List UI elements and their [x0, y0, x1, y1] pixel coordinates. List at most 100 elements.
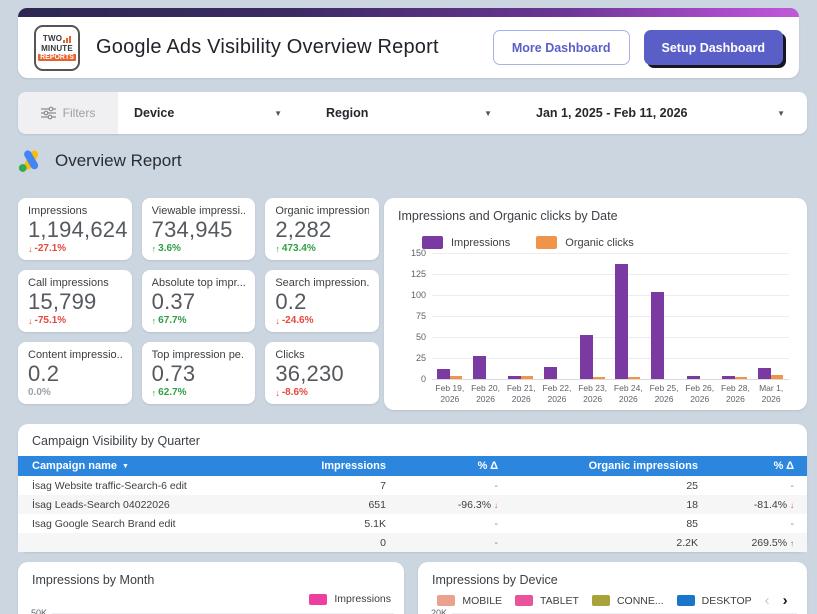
- kpi-delta-value: 473.4%: [281, 243, 316, 254]
- kpi-value: 0.2: [275, 289, 307, 314]
- column-header-campaign-name[interactable]: Campaign name ▼: [18, 460, 287, 472]
- more-dashboard-button[interactable]: More Dashboard: [492, 30, 630, 65]
- legend-item: CONNE...: [591, 594, 664, 607]
- organic-impressions-cell: 85: [686, 517, 698, 530]
- x-tick-label: Feb 19, 2026: [435, 383, 465, 404]
- kpi-value: 36,230: [275, 361, 344, 386]
- logo-bars-icon: [63, 36, 72, 43]
- table-row: İsag Leads-Search 04022026 651 -96.3% ↓ 18 -…: [18, 495, 807, 514]
- date-range-dropdown[interactable]: Jan 1, 2025 - Feb 11, 2026 ▼: [520, 92, 807, 134]
- impressions-bar: [579, 335, 593, 379]
- y-tick-label: 50: [415, 332, 426, 342]
- chevron-down-icon: ▼: [777, 108, 785, 118]
- device-chart-legend: MOBILE TABLET CONNE... DESKTOP ‹ ›: [418, 593, 807, 608]
- region-filter-dropdown[interactable]: Region ▼: [310, 92, 520, 134]
- google-ads-icon: [18, 150, 39, 172]
- chart-title: Impressions and Organic clicks by Date: [398, 209, 618, 223]
- arrow-up-icon: ↑: [275, 243, 280, 254]
- table-header-row[interactable]: Campaign name ▼ Impressions% Δ Organic impr…: [18, 456, 807, 476]
- filters-label: Filters: [62, 106, 96, 120]
- x-tick-label: Feb 22, 2026: [542, 383, 572, 404]
- column-header[interactable]: % Δ: [711, 460, 807, 472]
- kpi-delta-value: -75.1%: [34, 315, 67, 326]
- legend-label: DESKTOP: [701, 594, 752, 607]
- column-header[interactable]: Impressions: [287, 460, 399, 472]
- arrow-down-icon: ↓: [28, 315, 33, 326]
- filters-toggle[interactable]: Filters: [18, 92, 118, 134]
- kpi-delta-value: 62.7%: [158, 387, 187, 398]
- arrow-down-icon: ↓: [275, 315, 280, 326]
- bar-group: [718, 253, 754, 379]
- y-tick-label: 150: [410, 248, 426, 258]
- kpi-value: 15,799: [28, 289, 97, 314]
- delta-cell: -: [494, 479, 499, 492]
- chart-plot-area: 0 25 50 75 100 125 150 Feb 19, 2026 Feb 20, 2026…: [411, 248, 789, 405]
- kpi-card: Organic impressions 2,282 ↑ 473.4%: [265, 198, 379, 260]
- sliders-icon: [40, 106, 56, 120]
- sort-caret-icon: ▼: [121, 462, 129, 470]
- x-tick-label: Feb 20, 2026: [471, 383, 500, 404]
- chart-legend: Impressions Organic clicks: [422, 236, 793, 249]
- organic-clicks-bar: [771, 374, 784, 379]
- campaign-name-cell: Isag Google Search Brand edit: [32, 517, 176, 530]
- kpi-value: 0.73: [151, 361, 196, 386]
- kpi-delta: ↑ 62.7%: [152, 387, 246, 398]
- bar-group: [753, 253, 789, 379]
- bar-group: [503, 253, 539, 379]
- kpi-label: Content impressio...: [28, 349, 122, 361]
- table-row: İsag Website traffic-Search-6 edit 7 - 25 -: [18, 476, 807, 495]
- legend-item: MOBILE: [437, 595, 502, 607]
- gridline: [452, 612, 797, 614]
- table-row: Isag Google Search Brand edit 5.1K - 85 -: [18, 514, 807, 533]
- kpi-grid: Impressions 1,194,624 ↓ -27.1% Viewable impr…: [18, 198, 379, 404]
- impressions-cell: 7: [380, 479, 386, 492]
- legend-label: Impressions: [451, 236, 511, 249]
- delta-cell: -: [790, 479, 795, 492]
- bar-group: [611, 253, 647, 379]
- legend-swatch: [515, 595, 534, 606]
- kpi-card: Search impression... 0.2 ↓ -24.6%: [265, 270, 379, 332]
- arrow-down-icon: ↓: [494, 500, 498, 510]
- kpi-label: Call impressions: [28, 277, 109, 289]
- delta-cell: -: [494, 536, 499, 549]
- impressions-bar: [436, 368, 450, 379]
- section-header: Overview Report: [18, 149, 182, 173]
- device-filter-dropdown[interactable]: Device ▼: [118, 92, 310, 134]
- kpi-delta-value: 3.6%: [158, 243, 181, 254]
- kpi-card: Call impressions 15,799 ↓ -75.1%: [18, 270, 132, 332]
- arrow-down-icon: ↓: [790, 500, 794, 510]
- kpi-label: Impressions: [28, 205, 88, 217]
- impressions-bar: [472, 356, 486, 379]
- column-header[interactable]: % Δ: [399, 460, 511, 472]
- delta-cell: -: [494, 517, 499, 530]
- legend-label: CONNE...: [616, 594, 664, 607]
- kpi-card: Top impression pe... 0.73 ↑ 62.7%: [141, 342, 256, 404]
- column-header-label: Campaign name: [32, 460, 117, 472]
- kpi-card: Absolute top impr... 0.37 ↑ 67.7%: [141, 270, 256, 332]
- arrow-up-icon: ↑: [151, 315, 157, 326]
- column-header[interactable]: Organic impressions: [511, 460, 711, 472]
- legend-prev-button[interactable]: ‹: [765, 593, 770, 608]
- setup-dashboard-button[interactable]: Setup Dashboard: [643, 30, 783, 65]
- kpi-label: Clicks: [275, 349, 305, 361]
- tick-label: 20K: [431, 608, 448, 614]
- y-tick-label: 75: [415, 311, 426, 321]
- kpi-delta-value: -8.6%: [281, 387, 308, 398]
- section-title: Overview Report: [55, 151, 182, 170]
- campaign-name-cell: İsag Leads-Search 04022026: [32, 498, 170, 511]
- y-axis-tick: 20K: [431, 608, 797, 614]
- kpi-card: Impressions 1,194,624 ↓ -27.1%: [18, 198, 132, 260]
- gridline: [432, 379, 789, 380]
- kpi-value: 0.37: [151, 289, 196, 314]
- chart-title: Impressions by Month: [32, 573, 155, 587]
- kpi-delta: ↑ 67.7%: [152, 315, 246, 326]
- organic-clicks-bar: [628, 377, 641, 379]
- legend-next-button[interactable]: ›: [783, 593, 788, 608]
- impressions-bar: [543, 367, 557, 379]
- tick-label: 50K: [31, 608, 48, 614]
- arrow-down-icon: ↓: [275, 387, 280, 398]
- kpi-value: 734,945: [151, 217, 233, 242]
- table-row: 0 - 2.2K 269.5% ↑: [18, 533, 807, 552]
- organic-clicks-bar: [592, 377, 605, 379]
- organic-clicks-bar: [521, 376, 534, 379]
